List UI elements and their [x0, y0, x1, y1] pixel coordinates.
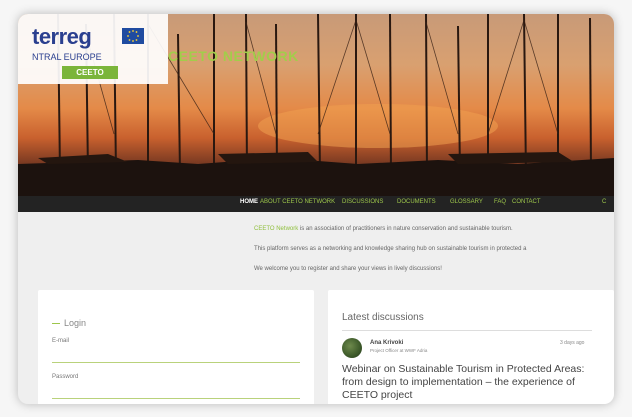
- intro-line-3: We welcome you to register and share you…: [254, 266, 442, 272]
- discussion-headline-link[interactable]: Webinar on Sustainable Tourism in Protec…: [342, 363, 604, 402]
- nav-home[interactable]: HOME: [240, 199, 258, 205]
- avatar[interactable]: [342, 338, 362, 358]
- intro-line-1: CEETO Network is an association of pract…: [254, 226, 614, 232]
- title-dash-icon: [52, 323, 60, 325]
- nav-more[interactable]: C: [602, 199, 606, 205]
- logo-interreg-text: terreg: [32, 24, 92, 49]
- discussion-author-role: Project Officer at WWF Adria: [370, 348, 428, 353]
- main-navigation: HOME ABOUT CEETO NETWORK DISCUSSIONS DOC…: [18, 196, 614, 212]
- intro-line-2: This platform serves as a networking and…: [254, 246, 527, 252]
- latest-discussions-card: Latest discussions Ana Krivoki Project O…: [328, 290, 614, 404]
- eu-flag-icon: [122, 28, 144, 44]
- intro-line-1-rest: is an association of practitioners in na…: [298, 226, 513, 232]
- site-title[interactable]: CEETO NETWORK: [168, 48, 299, 64]
- interreg-logo[interactable]: terreg NTRAL EUROPE CEETO: [18, 14, 168, 84]
- email-field[interactable]: [52, 362, 300, 363]
- login-card: Login E-mail Password: [38, 290, 314, 404]
- divider: [342, 330, 592, 331]
- login-title-text: Login: [64, 318, 87, 328]
- nav-contact[interactable]: CONTACT: [512, 199, 541, 205]
- email-label: E-mail: [52, 338, 70, 344]
- ceeto-network-link[interactable]: CEETO Network: [254, 226, 298, 232]
- nav-discussions[interactable]: DISCUSSIONS: [342, 199, 383, 205]
- password-label: Password: [52, 374, 79, 380]
- password-field[interactable]: [52, 398, 300, 399]
- hero-banner: terreg NTRAL EUROPE CEETO CEETO NETWORK: [18, 14, 614, 196]
- discussion-timestamp: 3 days ago: [560, 340, 585, 346]
- discussions-title: Latest discussions: [342, 312, 424, 323]
- logo-ceeto-badge: CEETO: [62, 66, 118, 79]
- browser-frame: terreg NTRAL EUROPE CEETO CEETO NETWORK …: [18, 14, 614, 404]
- discussion-author[interactable]: Ana Krivoki: [370, 340, 403, 346]
- nav-faq[interactable]: FAQ: [494, 199, 506, 205]
- login-title: Login: [52, 318, 86, 328]
- nav-documents[interactable]: DOCUMENTS: [397, 199, 436, 205]
- logo-central-europe-text: NTRAL EUROPE: [32, 52, 102, 62]
- nav-glossary[interactable]: GLOSSARY: [450, 199, 483, 205]
- intro-text: CEETO Network is an association of pract…: [254, 226, 614, 286]
- nav-about[interactable]: ABOUT CEETO NETWORK: [260, 199, 335, 205]
